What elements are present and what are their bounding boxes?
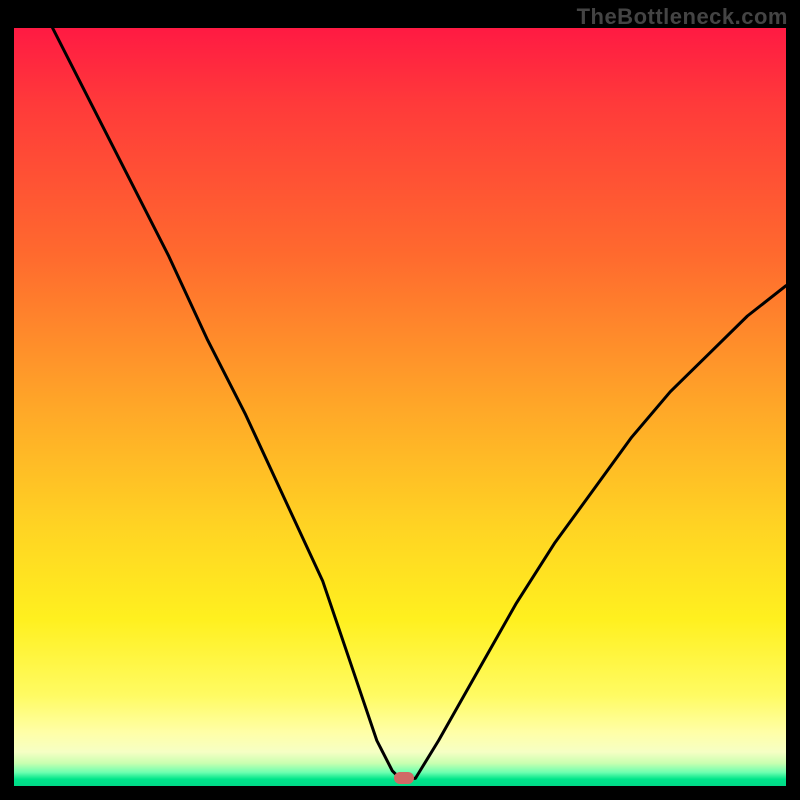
bottleneck-curve bbox=[14, 28, 786, 786]
chart-frame: TheBottleneck.com bbox=[0, 0, 800, 800]
watermark-label: TheBottleneck.com bbox=[577, 4, 788, 30]
curve-path bbox=[53, 28, 786, 778]
optimum-marker bbox=[394, 772, 414, 784]
plot-area bbox=[14, 28, 786, 786]
